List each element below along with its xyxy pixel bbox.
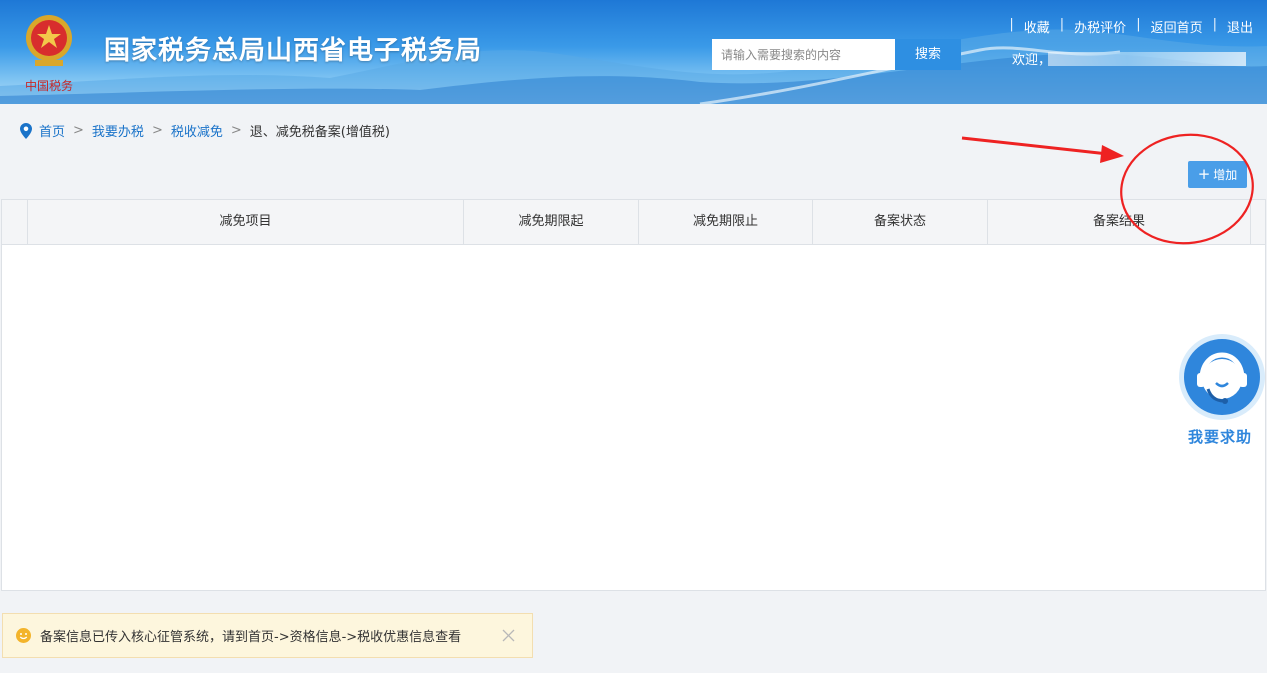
breadcrumb-tax-relief[interactable]: 税收减免	[171, 121, 223, 140]
customer-service-icon	[1179, 334, 1265, 420]
tax-emblem-icon: 中国税务	[25, 15, 73, 93]
breadcrumb-tax-handling[interactable]: 我要办税	[92, 121, 144, 140]
notice-bar: 备案信息已传入核心征管系统，请到首页->资格信息->税收优惠信息查看	[2, 613, 533, 658]
search-input[interactable]	[712, 39, 895, 70]
smile-icon	[16, 628, 31, 643]
link-logout[interactable]: 退出	[1227, 17, 1253, 36]
table-header: 减免项目 减免期限起 减免期限止 备案状态 备案结果	[2, 200, 1265, 245]
link-home[interactable]: 返回首页	[1151, 17, 1203, 36]
svg-text:中国税务: 中国税务	[25, 78, 73, 93]
add-button[interactable]: + 增加	[1188, 161, 1247, 188]
link-evaluate[interactable]: 办税评价	[1074, 17, 1126, 36]
site-title: 国家税务总局山西省电子税务局	[104, 36, 483, 66]
column-filing-result: 备案结果	[988, 200, 1251, 244]
welcome-text: 欢迎，	[1012, 53, 1052, 68]
record-table: 减免项目 减免期限起 减免期限止 备案状态 备案结果	[1, 199, 1266, 591]
annotation-arrowhead	[1100, 145, 1124, 163]
column-checkbox	[2, 200, 28, 244]
breadcrumb-current: 退、减免税备案(增值税)	[249, 125, 390, 140]
plus-icon: +	[1197, 165, 1211, 183]
column-period-end: 减免期限止	[639, 200, 813, 244]
link-favorite[interactable]: 收藏	[1024, 17, 1050, 36]
header-banner: 中国税务 国家税务总局山西省电子税务局 搜索 |收藏 |办税评价 |返回首页 |…	[0, 0, 1267, 104]
notice-text: 备案信息已传入核心征管系统，请到首页->资格信息->税收优惠信息查看	[40, 630, 462, 645]
location-pin-icon	[20, 122, 32, 139]
column-scroll	[1251, 200, 1265, 244]
help-label[interactable]: 我要求助	[1188, 426, 1252, 447]
breadcrumb: 首页 > 我要办税 > 税收减免 > 退、减免税备案(增值税)	[20, 121, 390, 140]
redacted-username	[1048, 52, 1246, 66]
annotation-arrow-line	[961, 136, 1109, 156]
top-links: | 收藏 | 办税评价 | 返回首页 | 退出	[1009, 17, 1253, 36]
column-relief-item: 减免项目	[28, 200, 464, 244]
column-period-start: 减免期限起	[464, 200, 639, 244]
search-button[interactable]: 搜索	[895, 39, 961, 70]
breadcrumb-home[interactable]: 首页	[39, 121, 65, 140]
close-icon[interactable]	[501, 628, 516, 643]
column-filing-status: 备案状态	[813, 200, 988, 244]
